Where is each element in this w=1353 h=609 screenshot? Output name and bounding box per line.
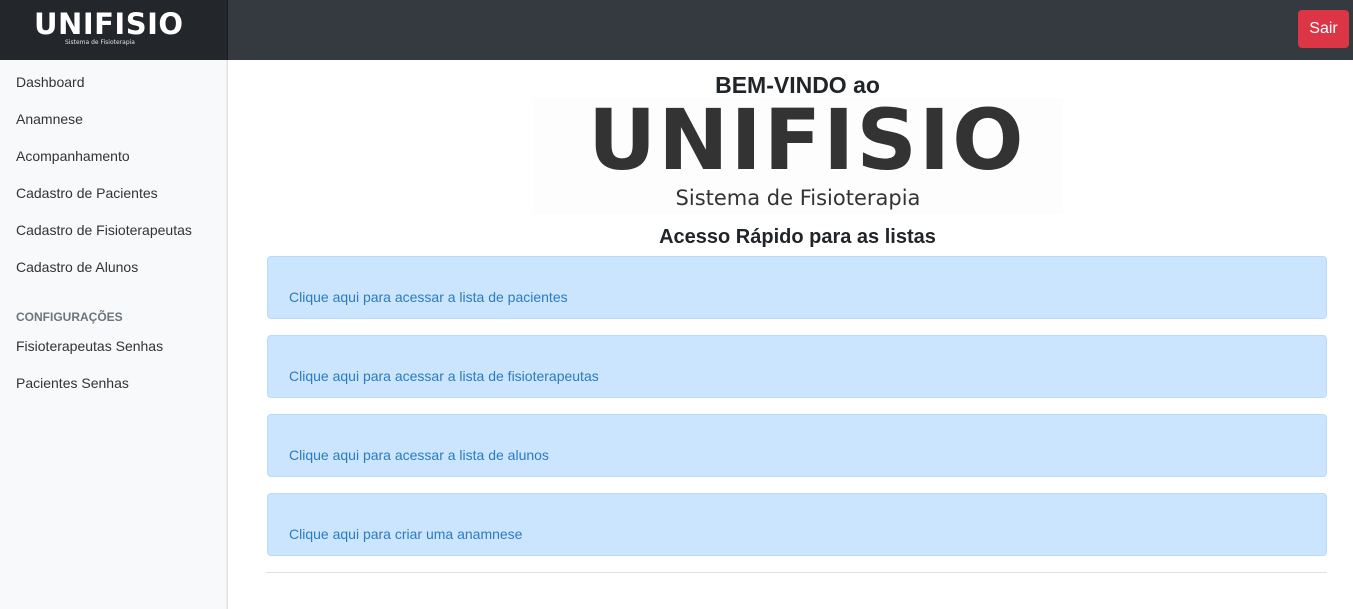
quick-link-anamnese[interactable]: Clique aqui para criar uma anamnese [289, 526, 522, 542]
divider [266, 572, 1327, 573]
sidebar-item-cadastro-fisioterapeutas[interactable]: Cadastro de Fisioterapeutas [16, 222, 192, 238]
sidebar-section-heading: CONFIGURAÇÕES [16, 310, 123, 324]
top-navbar: UNIFISIO Sistema de Fisioterapia Sair [0, 0, 1353, 60]
sidebar-item-anamnese[interactable]: Anamnese [16, 111, 83, 127]
logo-subtitle: Sistema de Fisioterapia [675, 186, 921, 210]
brand-name: UNIFISIO [34, 7, 184, 41]
quick-link-card-fisioterapeutas[interactable]: Clique aqui para acessar a lista de fisi… [267, 335, 1327, 398]
quick-access-title: Acesso Rápido para as listas [659, 226, 936, 248]
unifisio-logo: UNIFISIO Sistema de Fisioterapia [533, 98, 1063, 214]
quick-link-pacientes[interactable]: Clique aqui para acessar a lista de paci… [289, 289, 568, 305]
sidebar-item-pacientes-senhas[interactable]: Pacientes Senhas [16, 375, 129, 391]
brand-area[interactable]: UNIFISIO Sistema de Fisioterapia [0, 0, 228, 60]
quick-link-fisioterapeutas[interactable]: Clique aqui para acessar a lista de fisi… [289, 368, 599, 384]
sidebar-item-acompanhamento[interactable]: Acompanhamento [16, 148, 130, 164]
logo-name: UNIFISIO [588, 91, 1026, 189]
brand-logo: UNIFISIO Sistema de Fisioterapia [34, 9, 183, 49]
sidebar-item-cadastro-alunos[interactable]: Cadastro de Alunos [16, 259, 138, 275]
logout-button[interactable]: Sair [1298, 10, 1349, 48]
sidebar-item-dashboard[interactable]: Dashboard [16, 74, 85, 90]
quick-link-card-alunos[interactable]: Clique aqui para acessar a lista de alun… [267, 414, 1327, 477]
sidebar: Dashboard Anamnese Acompanhamento Cadast… [0, 60, 228, 609]
quick-link-card-pacientes[interactable]: Clique aqui para acessar a lista de paci… [267, 256, 1327, 319]
brand-subtitle: Sistema de Fisioterapia [65, 39, 135, 46]
quick-link-alunos[interactable]: Clique aqui para acessar a lista de alun… [289, 447, 549, 463]
sidebar-item-cadastro-pacientes[interactable]: Cadastro de Pacientes [16, 185, 158, 201]
main-content: BEM-VINDO ao UNIFISIO Sistema de Fisiote… [228, 60, 1353, 609]
quick-link-card-anamnese[interactable]: Clique aqui para criar uma anamnese [267, 493, 1327, 556]
sidebar-item-fisioterapeutas-senhas[interactable]: Fisioterapeutas Senhas [16, 338, 163, 354]
